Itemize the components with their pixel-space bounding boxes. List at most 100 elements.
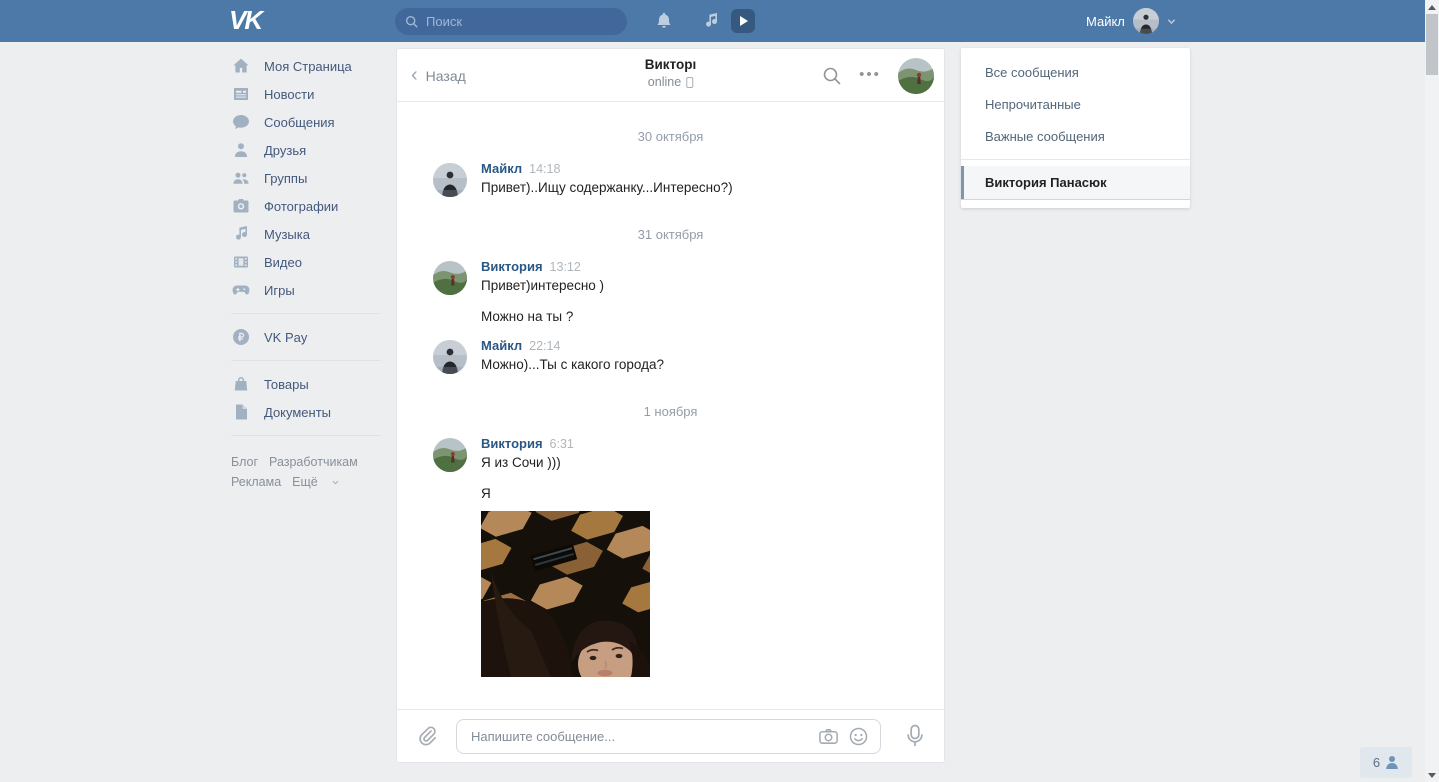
sidebar-item-my-page[interactable]: Моя Страница — [231, 52, 381, 80]
scrollbar-thumb[interactable] — [1426, 14, 1438, 75]
smiley-icon[interactable] — [848, 726, 869, 747]
back-button[interactable]: ‹ Назад — [411, 49, 466, 102]
sidebar-item-photos[interactable]: Фотографии — [231, 192, 381, 220]
message-header: Майкл 14:18 — [481, 161, 944, 176]
document-icon — [236, 404, 247, 420]
sidebar-divider — [231, 313, 381, 314]
friends-icon — [235, 143, 247, 157]
user-menu[interactable]: Майкл — [1086, 0, 1176, 42]
sidebar-item-vk-pay[interactable]: VK Pay — [231, 323, 381, 351]
video-icon — [234, 256, 248, 268]
page-scrollbar — [1425, 0, 1439, 782]
bell-icon[interactable] — [654, 11, 674, 31]
composer-field — [456, 718, 881, 754]
sidebar-item-video[interactable]: Видео — [231, 248, 381, 276]
chat-partner-avatar[interactable] — [898, 58, 934, 94]
message-history: 30 октября Майкл 14:18 Привет)..Ищу содер… — [397, 103, 944, 709]
camera-icon — [233, 199, 249, 213]
vk-logo[interactable]: VK — [229, 5, 263, 36]
gamepad-icon — [232, 285, 250, 295]
triangle-down-icon — [1428, 772, 1436, 778]
message-text: Я из Сочи ))) — [481, 455, 561, 470]
sidebar-divider — [231, 360, 381, 361]
left-sidebar: Моя Страница Новости Сообщения Друзья Гр… — [231, 52, 381, 492]
photo-attachment[interactable] — [481, 511, 650, 677]
sidebar-item-label: Друзья — [264, 142, 307, 158]
sidebar-item-label: Фотографии — [264, 198, 339, 214]
chat-actions-menu-icon[interactable]: ••• — [855, 62, 885, 88]
online-status: online — [647, 75, 682, 89]
sidebar-item-label: Музыка — [264, 226, 310, 242]
user-avatar — [1132, 8, 1159, 34]
sidebar-item-groups[interactable]: Группы — [231, 164, 381, 192]
message-text: Привет)..Ищу содержанку...Интересно?) — [481, 180, 733, 195]
sidebar-item-label: Игры — [264, 282, 295, 298]
chevron-down-icon — [332, 480, 339, 485]
user-name: Майкл — [1086, 13, 1125, 29]
mobile-phone-icon — [686, 76, 694, 88]
sender-avatar-majkl[interactable] — [433, 340, 467, 374]
scrollbar-up-arrow[interactable] — [1425, 0, 1439, 14]
scrollbar-down-arrow[interactable] — [1425, 768, 1439, 782]
message-text: Можно)...Ты с какого города? — [481, 357, 665, 372]
sender-name[interactable]: Майкл — [481, 161, 522, 176]
sidebar-item-market[interactable]: Товары — [231, 370, 381, 398]
menu-item-unread[interactable]: Непрочитанные — [961, 89, 1190, 121]
camera-icon[interactable] — [818, 726, 839, 747]
menu-item-all-messages[interactable]: Все сообщения — [961, 57, 1190, 89]
online-count: 6 — [1372, 755, 1381, 770]
sender-avatar-viktoria[interactable] — [433, 261, 467, 295]
sidebar-item-label: Документы — [264, 404, 332, 420]
sidebar-item-games[interactable]: Игры — [231, 276, 381, 304]
sender-avatar-viktoria[interactable] — [433, 438, 467, 472]
sidebar-footer: Блог Разработчикам Реклама Ещё — [231, 452, 381, 492]
message-time: 13:12 — [549, 260, 581, 274]
sidebar-item-music[interactable]: Музыка — [231, 220, 381, 248]
market-bag-icon — [234, 377, 248, 391]
sender-name[interactable]: Виктория — [481, 436, 543, 451]
microphone-icon[interactable] — [905, 724, 925, 748]
triangle-up-icon — [1428, 4, 1436, 10]
menu-divider — [961, 159, 1190, 160]
message-header: Майкл 22:14 — [481, 338, 944, 353]
sidebar-item-label: Группы — [264, 170, 308, 186]
message-text: Привет)интересно ) — [481, 278, 605, 293]
message: Виктория 6:31 Я из Сочи ))) — [397, 436, 944, 472]
vkpay-ruble-icon — [233, 329, 249, 345]
sidebar-divider — [231, 435, 381, 436]
menu-item-selected-conversation[interactable]: Виктория Панасюк — [961, 166, 1190, 200]
message: Майкл 14:18 Привет)..Ищу содержанку...Инт… — [397, 161, 944, 197]
menu-item-important[interactable]: Важные сообщения — [961, 121, 1190, 153]
sidebar-item-friends[interactable]: Друзья — [231, 136, 381, 164]
message-composer — [397, 709, 944, 762]
footer-link-blog[interactable]: Блог — [231, 455, 258, 469]
search-input[interactable] — [426, 14, 617, 29]
sender-name[interactable]: Виктория — [481, 259, 543, 274]
chat-header: ‹ Назад Викторı online ••• — [397, 49, 944, 102]
footer-link-ads[interactable]: Реклама — [231, 475, 281, 489]
attachment-paperclip-icon[interactable] — [416, 725, 438, 747]
video-play-icon[interactable] — [731, 9, 755, 33]
music-icon[interactable] — [701, 11, 721, 31]
message-header: Виктория 13:12 — [481, 259, 944, 274]
sidebar-item-news[interactable]: Новости — [231, 80, 381, 108]
messages-icon — [233, 115, 249, 129]
chat-title: Викторı — [644, 57, 697, 72]
chat-search-icon[interactable] — [822, 66, 842, 86]
global-search[interactable] — [395, 8, 627, 35]
message-header: Виктория 6:31 — [481, 436, 944, 451]
sidebar-item-documents[interactable]: Документы — [231, 398, 381, 426]
sidebar-item-label: Новости — [264, 86, 315, 102]
sidebar-item-label: Видео — [264, 254, 302, 270]
sender-name[interactable]: Майкл — [481, 338, 522, 353]
sender-avatar-majkl[interactable] — [433, 163, 467, 197]
sidebar-item-label: Товары — [264, 376, 309, 392]
sidebar-item-messages[interactable]: Сообщения — [231, 108, 381, 136]
footer-link-developers[interactable]: Разработчикам — [269, 455, 358, 469]
message: Виктория 13:12 Привет)интересно ) — [397, 259, 944, 295]
footer-link-more[interactable]: Ещё — [292, 475, 339, 489]
message-time: 14:18 — [529, 162, 561, 176]
sidebar-item-label: Моя Страница — [264, 58, 352, 74]
music-note-icon — [236, 226, 248, 240]
online-friends-counter[interactable]: 6 — [1360, 747, 1412, 778]
